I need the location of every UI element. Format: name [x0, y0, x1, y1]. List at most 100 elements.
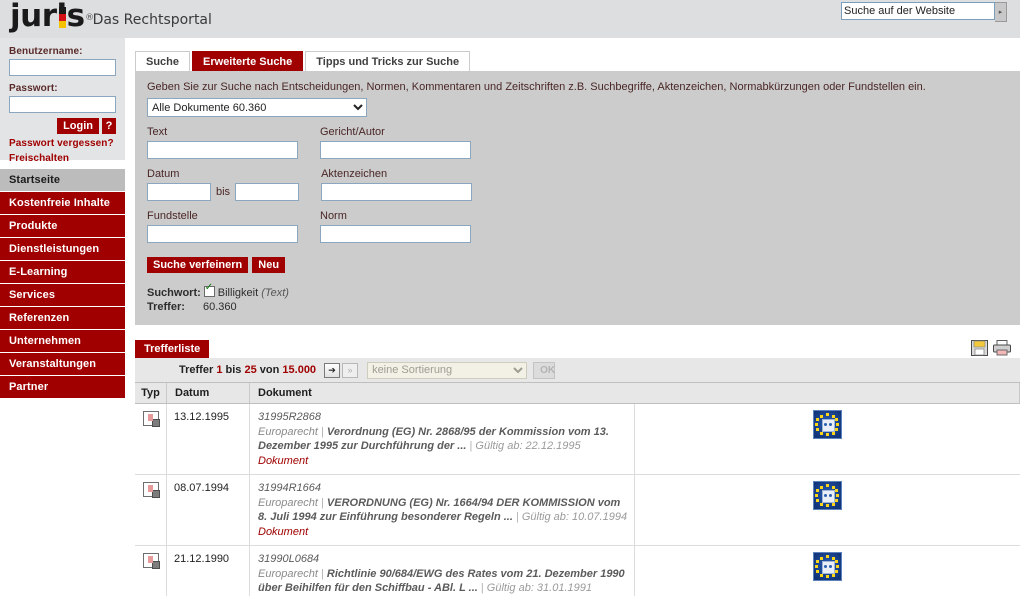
logo-tagline: Das Rechtsportal: [92, 12, 212, 28]
tab-suche[interactable]: Suche: [135, 51, 191, 71]
sidebar-item-veranstaltungen[interactable]: Veranstaltungen: [0, 353, 125, 376]
text-input[interactable]: [147, 141, 298, 159]
document-icon[interactable]: [142, 553, 160, 569]
column-header-datum: Datum: [166, 383, 250, 404]
hits-value: 60.360: [203, 301, 237, 313]
sidebar-item-partner[interactable]: Partner: [0, 376, 125, 399]
username-label: Benutzername:: [9, 46, 83, 57]
eu-flag-icon[interactable]: [812, 552, 842, 581]
datum-from-input[interactable]: [147, 183, 211, 201]
row-flag-cell: [634, 403, 1020, 475]
search-summary: Suchwort: Billigkeit (Text) Treffer: 60.36…: [147, 283, 1008, 313]
document-icon[interactable]: [142, 482, 160, 498]
logo-text: juris: [10, 0, 85, 34]
refine-search-button[interactable]: Suche verfeinern: [147, 257, 249, 273]
sidebar-item-services[interactable]: Services: [0, 284, 125, 307]
field-group-fundstelle: Fundstelle: [147, 210, 298, 243]
fundstelle-input[interactable]: [147, 225, 298, 243]
row-flag-cell: [634, 474, 1020, 546]
left-sidebar: Benutzername: Passwort: Login ? Passwort…: [0, 38, 125, 399]
sidebar-item-e-learning[interactable]: E-Learning: [0, 261, 125, 284]
forgot-password-link[interactable]: Passwort vergessen?: [9, 138, 116, 149]
separator: |: [512, 511, 522, 523]
row-date-cell: 13.12.1995: [166, 403, 250, 475]
search-tabs: Suche Erweiterte Suche Tipps und Tricks …: [135, 51, 1020, 71]
tab-trefferliste[interactable]: Trefferliste: [135, 340, 210, 358]
results-table: Typ Datum Dokument 13.12.1995 31995R2868…: [135, 383, 1020, 596]
sidebar-item-dienstleistungen[interactable]: Dienstleistungen: [0, 238, 125, 261]
document-icon[interactable]: [142, 411, 160, 427]
table-row[interactable]: 13.12.1995 31995R2868 Europarecht | Vero…: [135, 403, 1020, 475]
gericht-autor-label: Gericht/Autor: [320, 126, 385, 138]
document-validity: Gültig ab: 10.07.1994: [521, 511, 628, 523]
sidebar-item-referenzen[interactable]: Referenzen: [0, 307, 125, 330]
keyword-summary-row: Suchwort: Billigkeit (Text): [147, 283, 1008, 299]
keyword-checkbox[interactable]: [203, 283, 215, 297]
sort-ok-button[interactable]: OK: [533, 361, 556, 379]
login-button-row: Login ?: [9, 118, 116, 134]
norm-input[interactable]: [320, 225, 471, 243]
field-group-gericht-autor: Gericht/Autor: [320, 126, 471, 159]
eu-flag-icon[interactable]: [812, 410, 842, 439]
field-row-2: Datum bis Aktenzeichen: [147, 168, 1008, 201]
document-summary: Europarecht | VERORDNUNG (EG) Nr. 1664/9…: [258, 497, 627, 523]
eu-flag-icon[interactable]: [812, 481, 842, 510]
next-page-icon[interactable]: ➔: [324, 362, 341, 378]
field-group-norm: Norm: [320, 210, 471, 243]
login-help-button[interactable]: ?: [102, 118, 116, 134]
datum-between-label: bis: [216, 186, 231, 198]
print-icon[interactable]: [993, 340, 1011, 356]
table-row[interactable]: 08.07.1994 31994R1664 Europarecht | VERO…: [135, 474, 1020, 546]
results-tabs: Trefferliste: [135, 340, 1020, 358]
site-search-input[interactable]: [841, 2, 995, 20]
row-type-cell: [135, 545, 167, 596]
new-search-button[interactable]: Neu: [252, 257, 286, 273]
document-validity: Gültig ab: 31.01.1991: [486, 582, 592, 594]
row-document-cell: 31990L0684 Europarecht | Richtlinie 90/6…: [249, 545, 635, 596]
tab-erweiterte-suche[interactable]: Erweiterte Suche: [192, 51, 304, 71]
datum-to-input[interactable]: [235, 183, 300, 201]
save-floppy-icon[interactable]: [971, 340, 988, 356]
results-tools: [971, 340, 1011, 356]
document-id: 31990L0684: [258, 553, 320, 565]
juris-logo[interactable]: juris ® Das Rechtsportal: [10, 0, 212, 34]
password-input[interactable]: [9, 96, 116, 113]
sidebar-item-produkte[interactable]: Produkte: [0, 215, 125, 238]
column-header-dokument: Dokument: [249, 383, 1020, 404]
table-row[interactable]: 21.12.1990 31990L0684 Europarecht | Rich…: [135, 545, 1020, 596]
advanced-search-form: Geben Sie zur Suche nach Entscheidungen,…: [135, 71, 1020, 325]
document-summary: Europarecht | Richtlinie 90/684/EWG des …: [258, 568, 625, 594]
document-link[interactable]: Dokument: [258, 455, 630, 467]
separator: |: [317, 497, 327, 509]
eu-doc-glyph: [821, 419, 835, 432]
tab-tipps-und-tricks[interactable]: Tipps und Tricks zur Suche: [305, 51, 471, 71]
site-header: juris ® Das Rechtsportal ▸: [0, 0, 1020, 38]
datum-range: bis: [147, 183, 300, 201]
counter-total: 15.000: [282, 364, 317, 376]
eu-doc-glyph: [821, 490, 835, 503]
row-date-cell: 08.07.1994: [166, 474, 250, 546]
document-category: Europarecht: [258, 568, 318, 580]
hits-label: Treffer:: [147, 301, 185, 313]
logo-wordmark: juris ®: [10, 0, 94, 34]
gericht-autor-input[interactable]: [320, 141, 471, 159]
form-button-row: Suche verfeinern Neu: [147, 257, 1008, 273]
login-button[interactable]: Login: [57, 118, 99, 134]
last-page-icon[interactable]: »: [342, 362, 359, 378]
activate-account-link[interactable]: Freischalten: [9, 153, 116, 164]
document-validity: Gültig ab: 22.12.1995: [475, 440, 581, 452]
german-flag-stripes-icon: [59, 7, 66, 28]
separator: |: [317, 568, 327, 580]
sidebar-item-startseite[interactable]: Startseite: [0, 169, 125, 192]
document-id: 31995R2868: [258, 411, 322, 423]
site-search-go-button[interactable]: ▸: [995, 2, 1007, 22]
results-toolbar: Treffer 1 bis 25 von 15.000 ➔ » keine So…: [135, 340, 1020, 383]
document-id: 31994R1664: [258, 482, 322, 494]
aktenzeichen-input[interactable]: [321, 183, 473, 201]
sort-select[interactable]: keine Sortierung: [367, 361, 528, 379]
username-input[interactable]: [9, 59, 116, 76]
sidebar-item-unternehmen[interactable]: Unternehmen: [0, 330, 125, 353]
document-link[interactable]: Dokument: [258, 526, 630, 538]
document-type-select[interactable]: Alle Dokumente 60.360: [147, 98, 367, 117]
sidebar-item-kostenfreie-inhalte[interactable]: Kostenfreie Inhalte: [0, 192, 125, 215]
